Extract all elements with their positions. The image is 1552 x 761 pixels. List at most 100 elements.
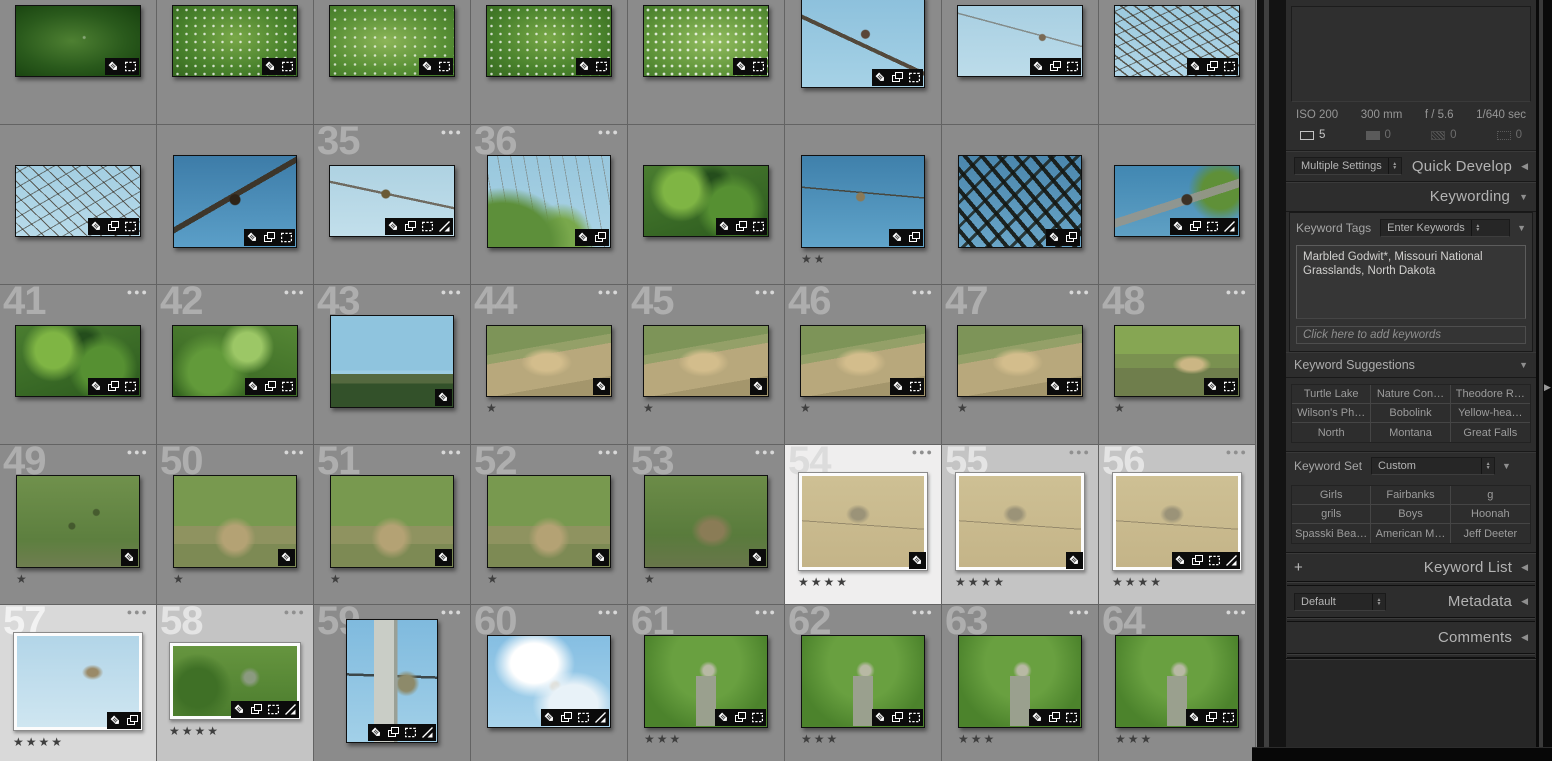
keywords-badge-icon[interactable]: [246, 379, 261, 394]
grid-cell[interactable]: 43●●●: [314, 285, 471, 445]
keyword-tags-mode-select[interactable]: Enter Keywords ▲▼: [1380, 219, 1510, 237]
histogram-box[interactable]: [1291, 6, 1531, 102]
photo-thumbnail[interactable]: [801, 635, 925, 728]
photo-thumbnail[interactable]: [1112, 472, 1242, 571]
grid-cell[interactable]: [0, 125, 157, 285]
grid-cell[interactable]: 51●●●★: [314, 445, 471, 605]
grid-cell[interactable]: 52●●●★: [471, 445, 628, 605]
photo-thumbnail[interactable]: [172, 325, 298, 397]
crop-badge-icon[interactable]: [751, 219, 766, 234]
photo-count-group[interactable]: 0: [1431, 129, 1456, 141]
photo-thumbnail[interactable]: [644, 475, 768, 568]
thumbnail-image[interactable]: [488, 476, 610, 567]
crop-badge-icon[interactable]: [123, 219, 138, 234]
crop-badge-icon[interactable]: [280, 379, 295, 394]
keywords-badge-icon[interactable]: [750, 550, 765, 565]
keywords-badge-icon[interactable]: [1048, 379, 1063, 394]
keywords-badge-icon[interactable]: [1031, 59, 1046, 74]
keyword-list-header[interactable]: + Keyword List ◀: [1286, 552, 1536, 581]
crop-badge-icon[interactable]: [594, 59, 609, 74]
triangle-down-icon[interactable]: ▼: [1519, 360, 1528, 370]
crop-badge-icon[interactable]: [280, 59, 295, 74]
crop-badge-icon[interactable]: [907, 70, 922, 85]
star-rating[interactable]: ★★★★: [955, 574, 1006, 590]
keyword-suggestion-button[interactable]: Nature Con…: [1371, 385, 1450, 404]
photo-thumbnail[interactable]: [957, 5, 1083, 77]
keywords-badge-icon[interactable]: [873, 70, 888, 85]
grid-cell[interactable]: 58●●●★★★★: [157, 605, 314, 761]
collection-badge-icon[interactable]: [403, 219, 418, 234]
keywords-badge-icon[interactable]: [420, 59, 435, 74]
collection-badge-icon[interactable]: [1048, 59, 1063, 74]
keyword-set-button[interactable]: Jeff Deeter: [1451, 524, 1530, 543]
photo-thumbnail[interactable]: [955, 472, 1085, 571]
crop-badge-icon[interactable]: [751, 59, 766, 74]
keywords-badge-icon[interactable]: [436, 390, 451, 405]
photo-count-group[interactable]: 0: [1366, 129, 1391, 141]
grid-cell[interactable]: 45●●●★: [628, 285, 785, 445]
keywords-badge-icon[interactable]: [1067, 553, 1082, 568]
develop-badge-icon[interactable]: [1222, 219, 1237, 234]
grid-cell[interactable]: 44●●●★: [471, 285, 628, 445]
grid-cell[interactable]: [157, 0, 314, 125]
add-keyword-plus-icon[interactable]: +: [1294, 559, 1310, 576]
add-keywords-input[interactable]: Click here to add keywords: [1296, 326, 1526, 344]
keyword-set-button[interactable]: Hoonah: [1451, 505, 1530, 524]
photo-thumbnail[interactable]: [1114, 165, 1240, 237]
crop-badge-icon[interactable]: [403, 725, 418, 740]
star-rating[interactable]: ★: [16, 571, 29, 587]
keywords-badge-icon[interactable]: [594, 379, 609, 394]
crop-badge-icon[interactable]: [420, 219, 435, 234]
grid-cell[interactable]: 60●●●: [471, 605, 628, 761]
spinner-icon[interactable]: ▲▼: [1481, 458, 1494, 474]
keywords-textarea[interactable]: Marbled Godwit*, Missouri National Grass…: [1296, 245, 1526, 319]
photo-thumbnail[interactable]: [801, 0, 925, 88]
keywords-badge-icon[interactable]: [717, 219, 732, 234]
keywords-badge-icon[interactable]: [1047, 230, 1062, 245]
grid-cell[interactable]: [628, 125, 785, 285]
keywords-badge-icon[interactable]: [890, 230, 905, 245]
photo-count-group[interactable]: 0: [1497, 129, 1522, 141]
grid-cell[interactable]: 63●●●★★★: [942, 605, 1099, 761]
collapse-left-icon[interactable]: ◀: [1521, 596, 1528, 607]
collection-badge-icon[interactable]: [106, 379, 121, 394]
star-rating[interactable]: ★: [330, 571, 343, 587]
grid-cell[interactable]: 41●●●: [0, 285, 157, 445]
keyword-suggestion-button[interactable]: Bobolink: [1371, 404, 1450, 423]
star-rating[interactable]: ★★★: [801, 731, 839, 747]
collapse-down-icon[interactable]: ▼: [1519, 192, 1528, 202]
collection-badge-icon[interactable]: [1188, 219, 1203, 234]
crop-badge-icon[interactable]: [750, 710, 765, 725]
star-rating[interactable]: ★: [643, 400, 656, 416]
collection-badge-icon[interactable]: [1064, 230, 1079, 245]
collection-badge-icon[interactable]: [1190, 553, 1205, 568]
crop-badge-icon[interactable]: [279, 230, 294, 245]
keywords-badge-icon[interactable]: [369, 725, 384, 740]
grid-scrollbar[interactable]: [1264, 0, 1269, 761]
develop-badge-icon[interactable]: [1224, 553, 1239, 568]
keywords-badge-icon[interactable]: [89, 379, 104, 394]
keywords-badge-icon[interactable]: [751, 379, 766, 394]
photo-thumbnail[interactable]: [643, 325, 769, 397]
collection-badge-icon[interactable]: [907, 230, 922, 245]
develop-badge-icon[interactable]: [420, 725, 435, 740]
keyword-set-select[interactable]: Custom ▲▼: [1371, 457, 1495, 475]
star-rating[interactable]: ★★★★: [169, 723, 220, 739]
keyword-suggestion-button[interactable]: Theodore R…: [1451, 385, 1530, 404]
crop-badge-icon[interactable]: [907, 710, 922, 725]
star-rating[interactable]: ★★★★: [1112, 574, 1163, 590]
photo-thumbnail[interactable]: [487, 155, 611, 248]
photo-thumbnail[interactable]: [173, 475, 297, 568]
crop-badge-icon[interactable]: [1222, 379, 1237, 394]
crop-badge-icon[interactable]: [1207, 553, 1222, 568]
photo-thumbnail[interactable]: [644, 635, 768, 728]
collection-badge-icon[interactable]: [1205, 59, 1220, 74]
photo-thumbnail[interactable]: [957, 325, 1083, 397]
grid-cell[interactable]: [157, 125, 314, 285]
keywords-badge-icon[interactable]: [910, 553, 925, 568]
crop-badge-icon[interactable]: [1065, 379, 1080, 394]
grid-cell[interactable]: [314, 0, 471, 125]
keywords-badge-icon[interactable]: [106, 59, 121, 74]
collection-badge-icon[interactable]: [734, 219, 749, 234]
keywords-badge-icon[interactable]: [386, 219, 401, 234]
